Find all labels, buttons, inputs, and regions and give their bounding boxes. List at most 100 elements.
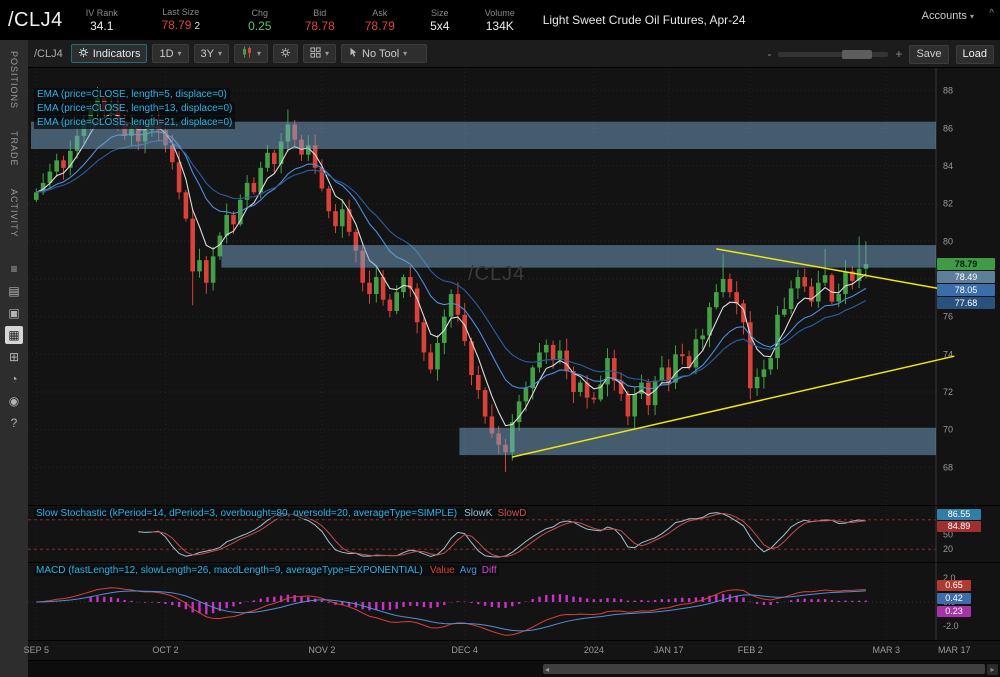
range-dropdown[interactable]: 3Y▾ bbox=[194, 44, 229, 63]
left-sidebar: POSITIONS TRADE ACTIVITY ≡ ▤ ▣ ▦ ⊞ ◔ ◉ ? bbox=[0, 40, 28, 677]
volume-value: 134K bbox=[486, 19, 514, 33]
candlestick-style-icon bbox=[241, 46, 253, 61]
chart-toolbar: /CLJ4 Indicators 1D▾ 3Y▾ ▾ ▾ bbox=[28, 40, 1000, 68]
chg-field: Chg 0.25 bbox=[237, 7, 283, 33]
zoom-in-button[interactable]: + bbox=[895, 47, 902, 61]
sidebar-tab-trade[interactable]: TRADE bbox=[9, 120, 19, 178]
size-value: 5x4 bbox=[430, 19, 449, 33]
accounts-dropdown[interactable]: Accounts ▾ bbox=[922, 10, 974, 22]
iv-rank-field: IV Rank 34.1 bbox=[79, 7, 125, 33]
date-tick-label: SEP 5 bbox=[24, 645, 49, 655]
sidebar-tab-positions[interactable]: POSITIONS bbox=[9, 40, 19, 120]
bid-value: 78.78 bbox=[305, 19, 335, 33]
macd-value-axis-box: 0.65 bbox=[937, 580, 971, 591]
chart-settings-button[interactable] bbox=[273, 44, 298, 63]
time-axis: SEP 5OCT 2NOV 2DEC 42024JAN 17FEB 2MAR 3… bbox=[28, 640, 1000, 660]
grid-layout-dropdown[interactable]: ▾ bbox=[303, 44, 336, 63]
chevron-down-icon: ▾ bbox=[970, 12, 974, 21]
monitor-icon[interactable]: ▣ bbox=[5, 304, 23, 322]
volume-label: Volume bbox=[485, 7, 515, 19]
macd-value-legend: Value bbox=[430, 565, 455, 576]
price-chart-panel[interactable]: 6870727476788082848688 EMA (price=CLOSE,… bbox=[28, 68, 1000, 505]
chart-workspace: /CLJ4 Indicators 1D▾ 3Y▾ ▾ ▾ bbox=[28, 40, 1000, 677]
scrollbar-thumb[interactable]: ◂ bbox=[543, 664, 985, 674]
ask-value: 78.79 bbox=[365, 19, 395, 33]
ema13-study-label[interactable]: EMA (price=CLOSE, length=13, displace=0) bbox=[34, 102, 235, 115]
timeframe-dropdown[interactable]: 1D▾ bbox=[152, 44, 188, 63]
svg-text:88: 88 bbox=[943, 86, 953, 96]
indicators-button[interactable]: Indicators bbox=[71, 44, 148, 63]
instrument-description: Light Sweet Crude Oil Futures, Apr-24 bbox=[543, 13, 746, 27]
toolbar-symbol-label: /CLJ4 bbox=[34, 48, 63, 60]
drawing-tool-dropdown[interactable]: No Tool ▾ bbox=[341, 44, 427, 63]
iv-rank-label: IV Rank bbox=[86, 7, 118, 19]
svg-text:-2.0: -2.0 bbox=[943, 621, 959, 631]
scrollbar-left-arrow-icon: ◂ bbox=[545, 664, 549, 675]
ema5-study-label[interactable]: EMA (price=CLOSE, length=5, displace=0) bbox=[34, 88, 230, 101]
zoom-out-button[interactable]: - bbox=[767, 47, 771, 61]
svg-text:80: 80 bbox=[943, 236, 953, 246]
ask-field: Ask 78.79 bbox=[357, 7, 403, 33]
svg-text:84: 84 bbox=[943, 161, 953, 171]
toolbar-right-group: - + Save Load bbox=[767, 40, 994, 68]
trading-platform-window: /CLJ4 IV Rank 34.1 Last Size 78.792 Chg … bbox=[0, 0, 1000, 677]
macd-avg-legend: Avg bbox=[460, 565, 477, 576]
svg-text:20: 20 bbox=[943, 544, 953, 554]
charts-icon[interactable]: ▦ bbox=[5, 326, 23, 344]
quotes-icon[interactable]: ≡ bbox=[5, 260, 23, 278]
chg-value: 0.25 bbox=[248, 19, 271, 33]
apps-icon[interactable]: ⊞ bbox=[5, 348, 23, 366]
date-tick-label: NOV 2 bbox=[308, 645, 335, 655]
sidebar-tab-activity[interactable]: ACTIVITY bbox=[9, 178, 19, 249]
svg-text:72: 72 bbox=[943, 387, 953, 397]
zoom-slider-thumb[interactable] bbox=[842, 50, 872, 59]
stochastic-panel[interactable]: 5020 Slow Stochastic (kPeriod=14, dPerio… bbox=[28, 505, 1000, 562]
chevron-down-icon: ▾ bbox=[403, 49, 407, 58]
gear-icon bbox=[280, 47, 291, 61]
last-size-field: Last Size 78.792 bbox=[139, 6, 223, 34]
scrollbar-right-button[interactable]: ▸ bbox=[987, 664, 998, 675]
chevron-down-icon: ▾ bbox=[218, 49, 222, 58]
zoom-slider[interactable] bbox=[778, 52, 888, 57]
date-tick-label: DEC 4 bbox=[451, 645, 478, 655]
svg-text:76: 76 bbox=[943, 312, 953, 322]
community-icon[interactable]: ◉ bbox=[5, 392, 23, 410]
chevron-down-icon: ▾ bbox=[178, 49, 182, 58]
help-icon[interactable]: ? bbox=[5, 414, 23, 432]
sidebar-icon-rail: ≡ ▤ ▣ ▦ ⊞ ◔ ◉ ? bbox=[5, 258, 23, 434]
date-tick-label: JAN 17 bbox=[654, 645, 684, 655]
save-button[interactable]: Save bbox=[909, 45, 948, 64]
collapse-header-icon[interactable]: ^ bbox=[989, 8, 994, 19]
ema21-axis-box: 77.68 bbox=[937, 297, 995, 309]
macd-study-label[interactable]: MACD (fastLength=12, slowLength=26, macd… bbox=[34, 565, 499, 576]
ema21-study-label[interactable]: EMA (price=CLOSE, length=21, displace=0) bbox=[34, 116, 235, 129]
date-tick-label: 2024 bbox=[584, 645, 604, 655]
last-size-value: 2 bbox=[194, 21, 200, 32]
grid-layout-icon bbox=[310, 47, 321, 61]
date-tick-label: MAR 17 bbox=[938, 645, 971, 655]
chart-style-dropdown[interactable]: ▾ bbox=[234, 44, 268, 63]
load-button[interactable]: Load bbox=[956, 45, 994, 64]
ask-label: Ask bbox=[372, 7, 387, 19]
watchlist-icon[interactable]: ▤ bbox=[5, 282, 23, 300]
macd-diff-legend: Diff bbox=[482, 565, 497, 576]
slowd-axis-box: 84.89 bbox=[937, 521, 981, 532]
candlestick-chart-svg[interactable]: 6870727476788082848688 bbox=[28, 68, 1000, 505]
bid-label: Bid bbox=[313, 7, 326, 19]
date-tick-label: FEB 2 bbox=[738, 645, 763, 655]
history-icon[interactable]: ◔ bbox=[5, 370, 23, 388]
chevron-down-icon: ▾ bbox=[325, 49, 329, 58]
date-tick-label: OCT 2 bbox=[152, 645, 178, 655]
ema13-axis-box: 78.05 bbox=[937, 284, 995, 296]
macd-panel[interactable]: 2.00.0-2.0 MACD (fastLength=12, slowLeng… bbox=[28, 562, 1000, 640]
last-size-label: Last Size bbox=[162, 6, 199, 18]
stochastic-study-label[interactable]: Slow Stochastic (kPeriod=14, dPeriod=3, … bbox=[34, 508, 528, 519]
gear-icon bbox=[78, 47, 89, 61]
macd-avg-axis-box: 0.42 bbox=[937, 593, 971, 604]
volume-field: Volume 134K bbox=[477, 7, 523, 33]
chart-scrollbar[interactable]: ◂ ▸ bbox=[28, 660, 1000, 677]
chevron-down-icon: ▾ bbox=[257, 49, 261, 58]
ema5-axis-box: 78.49 bbox=[937, 271, 995, 283]
macd-diff-axis-box: 0.23 bbox=[937, 606, 971, 617]
last-price-axis-box: 78.79 bbox=[937, 258, 995, 270]
